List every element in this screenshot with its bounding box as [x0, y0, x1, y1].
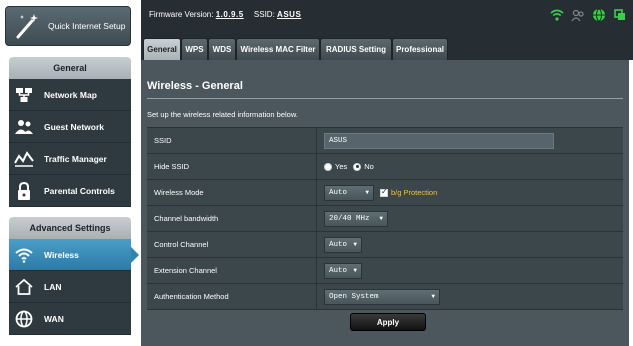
page-description: Set up the wireless related information …: [147, 110, 298, 119]
bg-protection-label: b/g Protection: [391, 188, 438, 197]
usb-status-icon[interactable]: [613, 8, 627, 22]
chevron-down-icon: ▼: [365, 189, 369, 196]
tab-wireless-mac-filter[interactable]: Wireless MAC Filter: [236, 38, 320, 60]
form-row-wireless-mode: Wireless Mode Auto ▼ b/g Protection: [147, 180, 623, 206]
chevron-down-icon: ▼: [353, 267, 357, 274]
settings-form: SSID ASUS Hide SSID Yes No Wireless Mode…: [147, 127, 623, 310]
home-icon: [13, 276, 35, 298]
tab-professional[interactable]: Professional: [392, 38, 448, 60]
chevron-down-icon: ▼: [353, 241, 357, 248]
form-row-authentication-method: Authentication Method Open System ▼: [147, 284, 623, 310]
select-value: Open System: [329, 292, 379, 301]
network-map-icon: [13, 84, 35, 106]
form-row-control-channel: Control Channel Auto ▼: [147, 232, 623, 258]
sidebar-item-lan[interactable]: LAN: [9, 271, 131, 303]
select-value: 20/40 MHz: [329, 214, 370, 223]
quick-internet-setup-button[interactable]: Quick Internet Setup: [5, 6, 131, 46]
globe-icon: [13, 308, 35, 330]
apply-button[interactable]: Apply: [350, 313, 426, 331]
lock-icon: [13, 180, 35, 202]
sidebar-item-parental-controls[interactable]: Parental Controls: [9, 175, 131, 207]
authentication-method-select[interactable]: Open System ▼: [324, 288, 440, 305]
sidebar-item-label: LAN: [44, 281, 62, 292]
radio-circle-selected: [353, 162, 362, 171]
sidebar-item-label: WAN: [44, 313, 64, 324]
hide-ssid-label: Hide SSID: [147, 154, 317, 179]
radio-label: Yes: [335, 162, 348, 171]
tab-wps[interactable]: WPS: [181, 38, 208, 60]
status-icons: [550, 8, 627, 22]
sidebar-item-network-map[interactable]: Network Map: [9, 79, 131, 111]
sidebar: Quick Internet Setup General Network Map…: [0, 0, 141, 346]
firmware-info: Firmware Version: 1.0.9.5 SSID: ASUS: [149, 10, 301, 19]
extension-channel-label: Extension Channel: [147, 258, 317, 283]
advanced-menu: Wireless LAN WAN: [9, 239, 139, 335]
top-bar: Firmware Version: 1.0.9.5 SSID: ASUS: [141, 0, 633, 30]
guest-network-icon: [13, 116, 35, 138]
hide-ssid-no-radio[interactable]: No: [353, 162, 374, 171]
internet-status-icon[interactable]: [592, 8, 606, 22]
wifi-icon: [13, 244, 35, 266]
sidebar-item-label: Wireless: [44, 249, 79, 260]
sidebar-item-traffic-manager[interactable]: Traffic Manager: [9, 143, 131, 175]
general-menu: Network Map Guest Network Traffic Manage…: [9, 79, 131, 207]
ssid-link[interactable]: ASUS: [277, 10, 301, 19]
radio-label: No: [364, 162, 374, 171]
firmware-version-link[interactable]: 1.0.9.5: [216, 10, 244, 19]
tab-strip: General WPS WDS Wireless MAC Filter RADI…: [141, 30, 633, 60]
sidebar-item-label: Parental Controls: [44, 185, 115, 196]
form-row-ssid: SSID ASUS: [147, 128, 623, 154]
sidebar-item-wan[interactable]: WAN: [9, 303, 131, 335]
hide-ssid-yes-radio[interactable]: Yes: [324, 162, 347, 171]
tab-general[interactable]: General: [143, 38, 181, 60]
select-value: Auto: [329, 240, 348, 249]
traffic-manager-icon: [13, 148, 35, 170]
control-channel-label: Control Channel: [147, 232, 317, 257]
tab-radius-setting[interactable]: RADIUS Setting: [320, 38, 392, 60]
title-divider: [147, 98, 623, 99]
select-value: Auto: [329, 188, 348, 197]
ssid-input[interactable]: ASUS: [324, 132, 554, 149]
sidebar-item-wireless[interactable]: Wireless: [9, 239, 139, 271]
sidebar-item-label: Network Map: [44, 89, 97, 100]
user-status-icon[interactable]: [571, 8, 585, 22]
form-row-hide-ssid: Hide SSID Yes No: [147, 154, 623, 180]
general-header: General: [9, 57, 131, 79]
advanced-settings-header: Advanced Settings: [9, 217, 131, 239]
wifi-status-icon[interactable]: [550, 8, 564, 22]
radio-circle: [324, 162, 332, 171]
wireless-mode-select[interactable]: Auto ▼: [324, 184, 374, 201]
sidebar-item-label: Traffic Manager: [44, 153, 107, 164]
extension-channel-select[interactable]: Auto ▼: [324, 262, 362, 279]
sidebar-item-label: Guest Network: [44, 121, 104, 132]
channel-bandwidth-select[interactable]: 20/40 MHz ▼: [324, 210, 388, 227]
sidebar-item-guest-network[interactable]: Guest Network: [9, 111, 131, 143]
wireless-mode-label: Wireless Mode: [147, 180, 317, 205]
firmware-label: Firmware Version:: [149, 10, 214, 19]
chevron-down-icon: ▼: [379, 215, 383, 222]
main-panel: Wireless - General Set up the wireless r…: [141, 60, 629, 346]
page-title: Wireless - General: [147, 80, 243, 92]
select-value: Auto: [329, 266, 348, 275]
quick-internet-setup-label: Quick Internet Setup: [48, 21, 126, 31]
form-row-channel-bandwidth: Channel bandwidth 20/40 MHz ▼: [147, 206, 623, 232]
form-row-extension-channel: Extension Channel Auto ▼: [147, 258, 623, 284]
magic-wand-icon: [12, 11, 42, 41]
ssid-label: SSID:: [253, 10, 275, 19]
ssid-label: SSID: [147, 128, 317, 153]
tab-wds[interactable]: WDS: [208, 38, 236, 60]
channel-bandwidth-label: Channel bandwidth: [147, 206, 317, 231]
authentication-method-label: Authentication Method: [147, 284, 317, 309]
chevron-down-icon: ▼: [431, 293, 435, 300]
control-channel-select[interactable]: Auto ▼: [324, 236, 362, 253]
bg-protection-checkbox[interactable]: [380, 187, 388, 197]
